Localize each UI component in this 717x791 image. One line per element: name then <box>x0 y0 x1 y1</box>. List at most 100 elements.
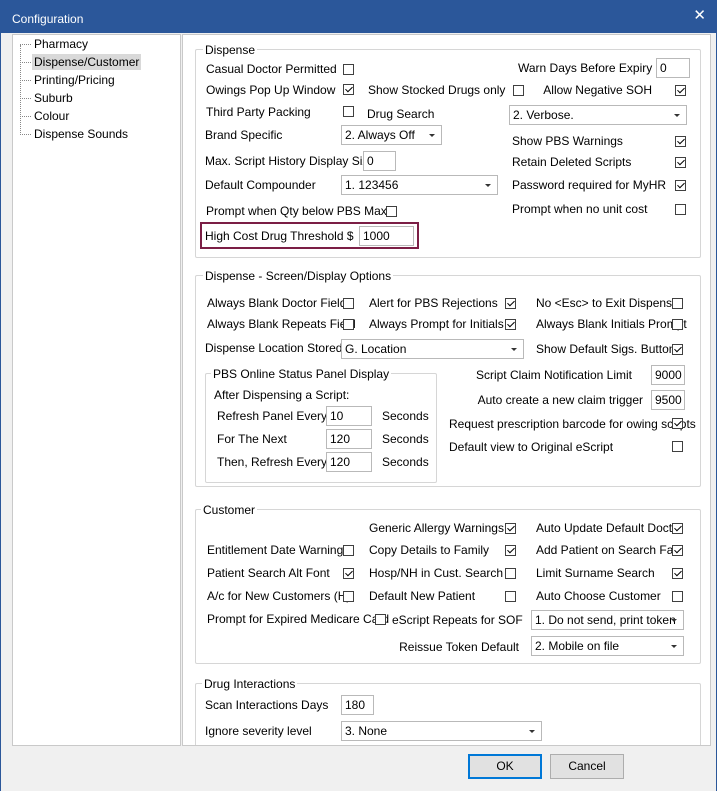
chevron-down-icon <box>529 730 535 733</box>
retain-deleted-label: Retain Deleted Scripts <box>512 155 632 169</box>
drug-interactions-title: Drug Interactions <box>202 677 298 691</box>
scan-days-label: Scan Interactions Days <box>205 698 329 712</box>
allow-negative-checkbox[interactable] <box>675 85 686 96</box>
location-stored-label: Dispense Location Stored <box>205 341 343 355</box>
window-title: Configuration <box>12 12 84 26</box>
auto-update-doctor-checkbox[interactable] <box>672 523 683 534</box>
brand-specific-combo[interactable]: 2. Always Off <box>341 125 442 145</box>
ignore-severity-label: Ignore severity level <box>205 724 312 738</box>
then-refresh-label: Then, Refresh Every <box>217 455 328 469</box>
add-patient-label: Add Patient on Search Fail <box>536 543 679 557</box>
prompt-medicare-label: Prompt for Expired Medicare Card <box>207 612 390 626</box>
copy-details-label: Copy Details to Family <box>369 543 490 557</box>
blank-initials-label: Always Blank Initials Prompt <box>536 317 687 331</box>
entitlement-label: Entitlement Date Warnings <box>207 543 350 557</box>
request-barcode-checkbox[interactable] <box>672 418 683 429</box>
prompt-medicare-checkbox[interactable] <box>375 614 386 625</box>
ignore-severity-value: 3. None <box>345 724 388 738</box>
retain-deleted-checkbox[interactable] <box>675 157 686 168</box>
cancel-button[interactable]: Cancel <box>550 754 624 779</box>
settings-panel: Dispense Casual Doctor Permitted Owings … <box>182 34 711 746</box>
ok-button[interactable]: OK <box>468 754 542 779</box>
tree-item-label: Dispense Sounds <box>34 127 129 141</box>
drug-search-combo[interactable]: 2. Verbose. <box>509 105 687 125</box>
copy-details-checkbox[interactable] <box>505 545 516 556</box>
auto-choose-checkbox[interactable] <box>672 591 683 602</box>
ac-new-checkbox[interactable] <box>343 591 354 602</box>
limit-surname-checkbox[interactable] <box>672 568 683 579</box>
warn-days-label: Warn Days Before Expiry <box>518 61 653 75</box>
brand-specific-value: 2. Always Off <box>345 128 415 142</box>
brand-specific-label: Brand Specific <box>205 128 283 142</box>
escript-repeats-combo[interactable]: 1. Do not send, print token <box>531 610 684 630</box>
title-bar: Configuration ✕ <box>1 1 716 33</box>
ac-new-label: A/c for New Customers (H) <box>207 589 351 603</box>
location-stored-combo[interactable]: G. Location <box>341 339 524 359</box>
blank-initials-checkbox[interactable] <box>672 319 683 330</box>
escript-repeats-label: eScript Repeats for SOF <box>392 613 523 627</box>
casual-doctor-label: Casual Doctor Permitted <box>206 62 337 76</box>
prompt-qty-label: Prompt when Qty below PBS Max <box>206 204 387 218</box>
warn-days-input[interactable]: 0 <box>656 58 690 78</box>
show-sigs-checkbox[interactable] <box>672 344 683 355</box>
default-compounder-combo[interactable]: 1. 123456 <box>341 175 498 195</box>
show-pbs-checkbox[interactable] <box>675 136 686 147</box>
for-the-next-label: For The Next <box>217 432 287 446</box>
blank-doctor-checkbox[interactable] <box>343 298 354 309</box>
reissue-token-value: 2. Mobile on file <box>535 639 620 653</box>
prompt-unit-cost-checkbox[interactable] <box>675 204 686 215</box>
limit-surname-label: Limit Surname Search <box>536 566 655 580</box>
claim-limit-label: Script Claim Notification Limit <box>475 368 632 382</box>
pbs-panel-after-label: After Dispensing a Script: <box>214 388 350 402</box>
chevron-down-icon <box>671 645 677 648</box>
refresh-every-input[interactable]: 10 <box>326 406 372 426</box>
reissue-token-label: Reissue Token Default <box>399 640 519 654</box>
tree-connector-line <box>20 45 21 135</box>
default-escript-checkbox[interactable] <box>672 441 683 452</box>
scan-days-input[interactable]: 180 <box>341 695 374 715</box>
casual-doctor-checkbox[interactable] <box>343 64 354 75</box>
claim-trigger-label: Auto create a new claim trigger <box>477 393 643 407</box>
hosp-nh-checkbox[interactable] <box>505 568 516 579</box>
prompt-qty-checkbox[interactable] <box>386 206 397 217</box>
auto-choose-label: Auto Choose Customer <box>536 589 661 603</box>
no-esc-checkbox[interactable] <box>672 298 683 309</box>
max-script-input[interactable]: 0 <box>363 151 396 171</box>
prompt-initials-label: Always Prompt for Initials <box>369 317 504 331</box>
close-icon[interactable]: ✕ <box>693 6 706 24</box>
blank-repeats-checkbox[interactable] <box>343 319 354 330</box>
generic-allergy-checkbox[interactable] <box>505 523 516 534</box>
ignore-severity-combo[interactable]: 3. None <box>341 721 542 741</box>
prompt-initials-checkbox[interactable] <box>505 319 516 330</box>
chevron-down-icon <box>674 114 680 117</box>
show-sigs-label: Show Default Sigs. Button <box>536 342 676 356</box>
location-stored-value: G. Location <box>345 342 407 356</box>
for-the-next-input[interactable]: 120 <box>326 429 372 449</box>
prompt-unit-cost-label: Prompt when no unit cost <box>512 202 648 216</box>
high-cost-input[interactable]: 1000 <box>359 226 414 246</box>
then-refresh-unit: Seconds <box>382 455 429 469</box>
reissue-token-combo[interactable]: 2. Mobile on file <box>531 636 684 656</box>
screen-display-group-title: Dispense - Screen/Display Options <box>203 269 394 283</box>
blank-repeats-label: Always Blank Repeats Field <box>207 317 356 331</box>
request-barcode-label: Request prescription barcode for owing s… <box>449 417 696 431</box>
add-patient-checkbox[interactable] <box>672 545 683 556</box>
alt-font-checkbox[interactable] <box>343 568 354 579</box>
refresh-every-unit: Seconds <box>382 409 429 423</box>
customer-group-title: Customer <box>201 503 258 517</box>
generic-allergy-label: Generic Allergy Warnings <box>369 521 504 535</box>
third-party-checkbox[interactable] <box>343 106 354 117</box>
default-compounder-value: 1. 123456 <box>345 178 399 192</box>
entitlement-checkbox[interactable] <box>343 545 354 556</box>
then-refresh-input[interactable]: 120 <box>326 452 372 472</box>
owings-popup-checkbox[interactable] <box>343 84 354 95</box>
blank-doctor-label: Always Blank Doctor Field <box>207 296 347 310</box>
default-escript-label: Default view to Original eScript <box>449 440 614 454</box>
claim-trigger-input[interactable]: 9500 <box>651 390 685 410</box>
high-cost-label: High Cost Drug Threshold $ <box>205 229 354 243</box>
password-myhr-label: Password required for MyHR <box>512 178 667 192</box>
claim-limit-input[interactable]: 9000 <box>651 365 685 385</box>
alert-pbs-checkbox[interactable] <box>505 298 516 309</box>
default-new-patient-checkbox[interactable] <box>505 591 516 602</box>
password-myhr-checkbox[interactable] <box>675 180 686 191</box>
